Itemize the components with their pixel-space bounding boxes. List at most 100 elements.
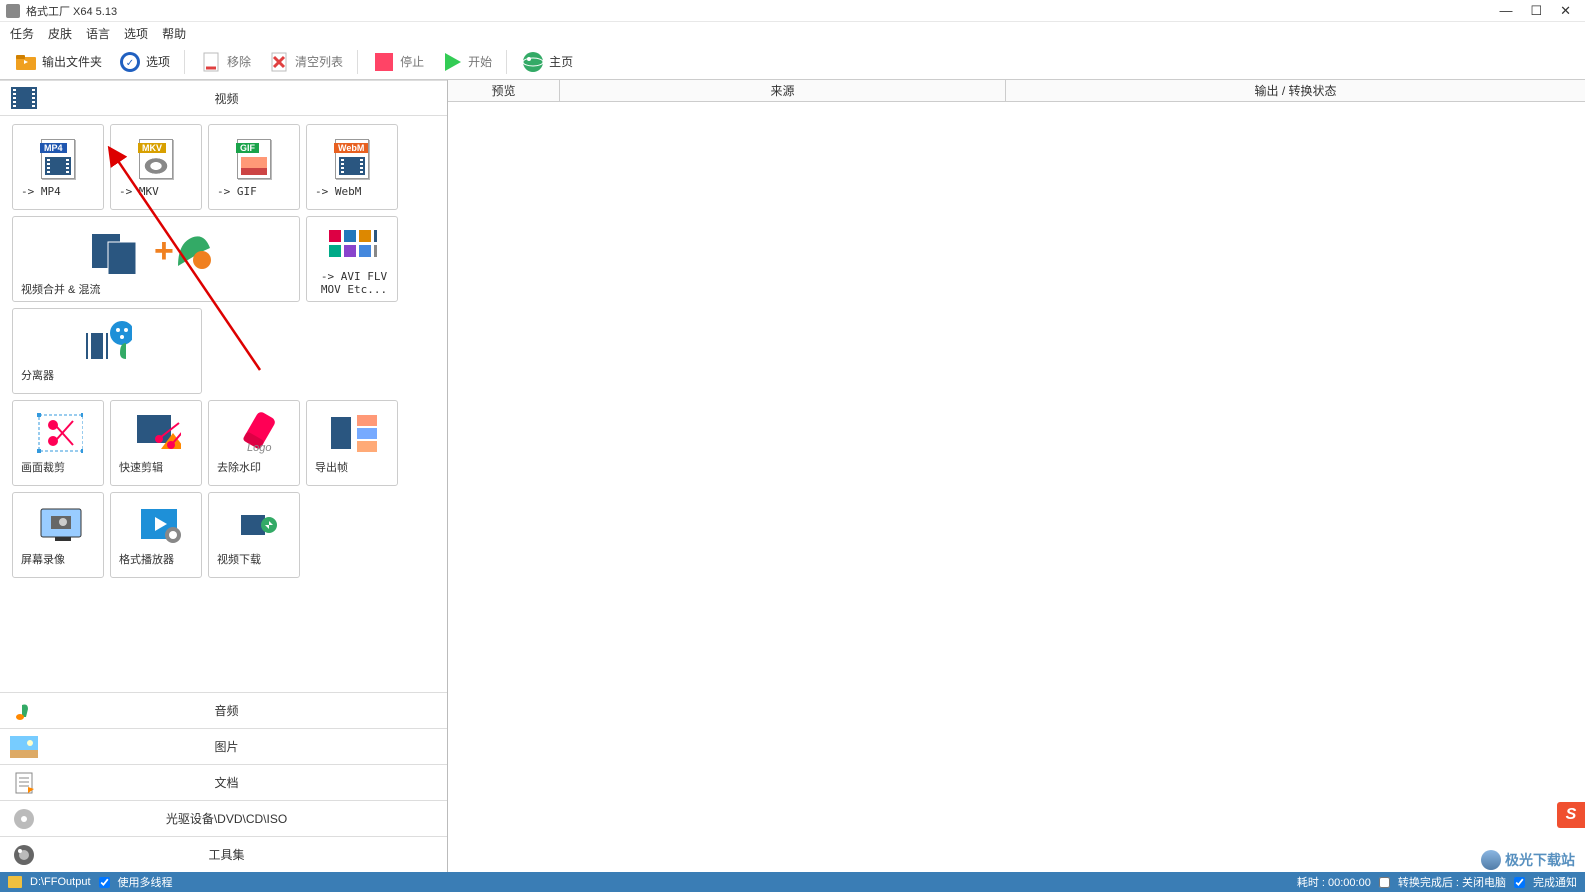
category-audio[interactable]: 音频 [0,692,447,728]
column-preview[interactable]: 预览 [448,80,560,101]
more-label: -> AVI FLV MOV Etc... [311,270,393,296]
notify-label: 完成通知 [1533,874,1577,890]
export-frame-icon [327,411,377,455]
task-table-body[interactable] [448,102,1585,872]
mp4-label: -> MP4 [17,185,99,198]
download-label: 视频下载 [213,551,295,567]
convert-to-webm[interactable]: WebM -> WebM [306,124,398,210]
multithread-label: 使用多线程 [118,874,173,890]
homepage-button[interactable]: 主页 [515,48,579,76]
tools-icon [6,841,42,869]
more-formats-icon [327,222,377,266]
category-video-label: 视频 [42,90,447,107]
stop-icon [372,50,396,74]
minimize-button[interactable]: — [1499,3,1512,19]
category-document[interactable]: 文档 [0,764,447,800]
document-icon [6,769,42,797]
convert-to-gif[interactable]: GIF -> GIF [208,124,300,210]
convert-to-mp4[interactable]: MP4 -> MP4 [12,124,104,210]
crop-icon [33,411,83,455]
options-button[interactable]: ✓ 选项 [112,48,176,76]
watermark-text: 极光下载站 [1505,850,1575,870]
menu-skin[interactable]: 皮肤 [48,25,72,42]
menu-help[interactable]: 帮助 [162,25,186,42]
menu-options[interactable]: 选项 [124,25,148,42]
shutdown-checkbox[interactable] [1379,877,1390,888]
notify-checkbox[interactable] [1514,877,1525,888]
webm-label: -> WebM [311,185,393,198]
mp4-icon: MP4 [33,137,83,181]
separator [184,50,185,74]
clear-list-button[interactable]: 清空列表 [261,48,349,76]
svg-text:✓: ✓ [126,58,134,69]
category-video[interactable]: 视频 [0,80,447,116]
folder-icon [14,50,38,74]
video-merge[interactable]: + 视频合并 & 混流 [12,216,300,302]
video-download[interactable]: 视频下载 [208,492,300,578]
mkv-label: -> MKV [115,185,197,198]
title-bar: 格式工厂 X64 5.13 — ☐ ✕ [0,0,1585,22]
menu-task[interactable]: 任务 [10,25,34,42]
audio-icon [6,697,42,725]
ime-badge[interactable]: S [1557,802,1585,828]
remove-label: 移除 [227,53,251,70]
gif-label: -> GIF [213,185,295,198]
quick-cut-icon [131,411,181,455]
svg-text:Logo: Logo [247,442,271,454]
screen-record-label: 屏幕录像 [17,551,99,567]
close-button[interactable]: ✕ [1560,3,1571,19]
remove-icon [199,50,223,74]
webm-icon: WebM [327,137,377,181]
svg-text:+: + [154,232,174,270]
category-image[interactable]: 图片 [0,728,447,764]
eraser-icon: Logo [229,411,279,455]
category-audio-label: 音频 [42,702,447,719]
globe-icon [521,50,545,74]
remove-watermark[interactable]: Logo 去除水印 [208,400,300,486]
separator [506,50,507,74]
category-tools[interactable]: 工具集 [0,836,447,872]
maximize-button[interactable]: ☐ [1530,3,1542,19]
column-source[interactable]: 来源 [560,80,1006,101]
stop-label: 停止 [400,53,424,70]
mkv-icon: MKV [131,137,181,181]
column-output[interactable]: 输出 / 转换状态 [1006,80,1585,101]
category-disc[interactable]: 光驱设备\DVD\CD\ISO [0,800,447,836]
output-folder-button[interactable]: 输出文件夹 [8,48,108,76]
gear-icon: ✓ [118,50,142,74]
menu-bar: 任务 皮肤 语言 选项 帮助 [0,22,1585,44]
splitter-label: 分离器 [17,367,197,383]
format-player[interactable]: 格式播放器 [110,492,202,578]
stop-button[interactable]: 停止 [366,48,430,76]
clear-list-label: 清空列表 [295,53,343,70]
image-icon [6,733,42,761]
quick-cut-label: 快速剪辑 [115,459,197,475]
clear-icon [267,50,291,74]
splitter[interactable]: 分离器 [12,308,202,394]
output-path[interactable]: D:\FFOutput [30,876,91,888]
play-icon [440,50,464,74]
category-image-label: 图片 [42,738,447,755]
convert-to-mkv[interactable]: MKV -> MKV [110,124,202,210]
video-icon [6,84,42,112]
multithread-checkbox[interactable] [99,877,110,888]
remove-watermark-label: 去除水印 [213,459,295,475]
player-label: 格式播放器 [115,551,197,567]
start-label: 开始 [468,53,492,70]
task-list-panel: 预览 来源 输出 / 转换状态 [448,80,1585,872]
status-bar: D:\FFOutput 使用多线程 耗时 : 00:00:00 转换完成后 : … [0,872,1585,892]
export-frame[interactable]: 导出帧 [306,400,398,486]
screen-record[interactable]: 屏幕录像 [12,492,104,578]
elapsed-time: 耗时 : 00:00:00 [1297,874,1371,890]
disc-icon [6,805,42,833]
remove-button[interactable]: 移除 [193,48,257,76]
category-panel: 视频 MP4 -> MP4 MKV -> MKV GIF -> GIF WebM [0,80,448,872]
download-icon [229,503,279,547]
start-button[interactable]: 开始 [434,48,498,76]
convert-more[interactable]: -> AVI FLV MOV Etc... [306,216,398,302]
menu-language[interactable]: 语言 [86,25,110,42]
crop[interactable]: 画面裁剪 [12,400,104,486]
player-icon [131,503,181,547]
quick-cut[interactable]: 快速剪辑 [110,400,202,486]
shutdown-label: 转换完成后 : 关闭电脑 [1398,874,1506,890]
